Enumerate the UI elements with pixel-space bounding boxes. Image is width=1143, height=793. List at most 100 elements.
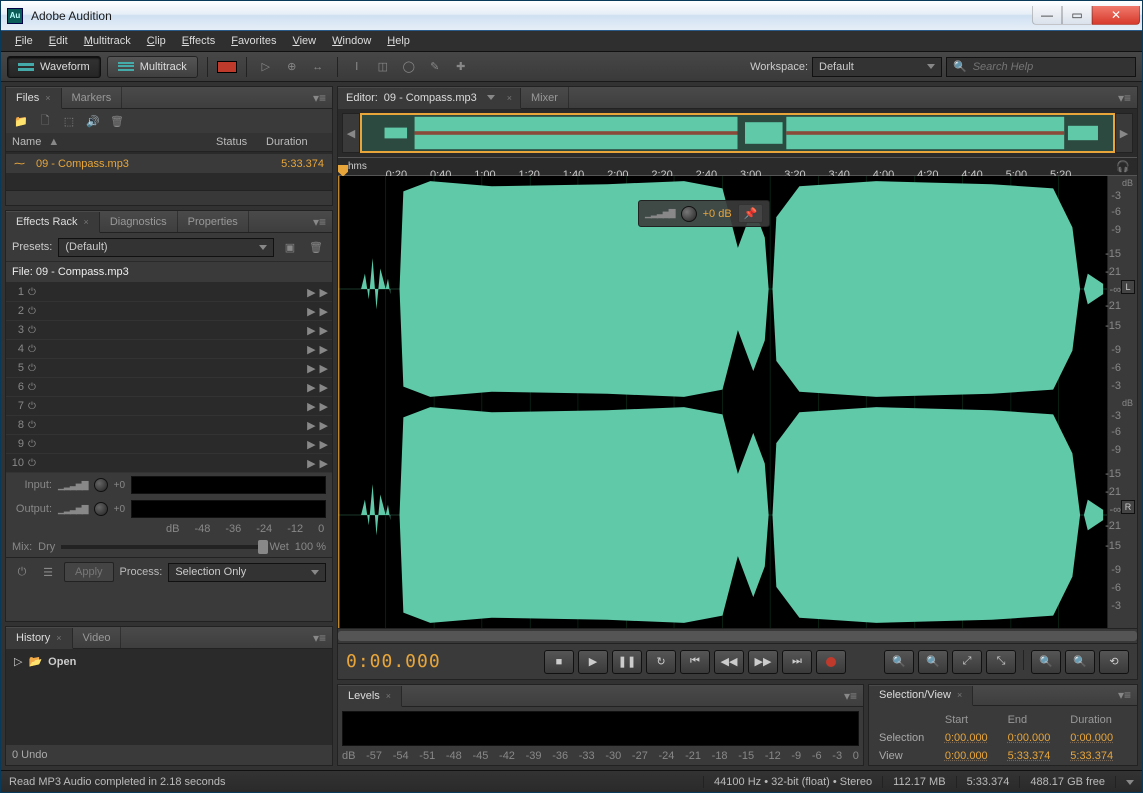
input-gain-knob[interactable] bbox=[94, 478, 108, 492]
tab-markers[interactable]: Markers bbox=[62, 87, 123, 108]
left-arrow-icon[interactable]: ↔ bbox=[308, 57, 328, 77]
zoom-out-icon[interactable]: 🔍 bbox=[918, 650, 948, 674]
horizontal-zoom-scrollbar[interactable] bbox=[338, 628, 1137, 643]
time-selection-tool[interactable]: Ⅰ bbox=[347, 57, 367, 77]
brush-tool[interactable]: ✎ bbox=[425, 57, 445, 77]
headphones-icon[interactable]: 🎧 bbox=[1109, 160, 1137, 173]
effect-slot[interactable]: 10⏻▶▶ bbox=[6, 454, 332, 473]
tab-files[interactable]: Files× bbox=[6, 88, 62, 109]
maximize-button[interactable]: ▭ bbox=[1062, 6, 1092, 25]
panel-menu-icon[interactable]: ▾≡ bbox=[1112, 688, 1137, 702]
timecode-display[interactable]: 0:00.000 bbox=[346, 651, 496, 672]
tab-diagnostics[interactable]: Diagnostics bbox=[100, 211, 178, 232]
close-file-icon[interactable]: 🗑 bbox=[108, 113, 126, 129]
waveform-mode-button[interactable]: Waveform bbox=[7, 56, 101, 78]
panel-menu-icon[interactable]: ▾≡ bbox=[838, 689, 863, 703]
menu-effects[interactable]: Effects bbox=[174, 32, 223, 50]
play-button[interactable]: ▶ bbox=[578, 650, 608, 674]
heal-tool[interactable]: ✚ bbox=[451, 57, 471, 77]
process-dropdown[interactable]: Selection Only bbox=[168, 563, 326, 582]
close-icon[interactable]: × bbox=[84, 217, 89, 227]
menu-file[interactable]: File bbox=[7, 32, 41, 50]
selection-end[interactable]: 0:00.000 bbox=[1008, 732, 1051, 744]
tab-editor[interactable]: Editor: 09 - Compass.mp3 × bbox=[338, 88, 521, 109]
output-gain-knob[interactable] bbox=[94, 502, 108, 516]
insert-icon[interactable]: 🔊 bbox=[84, 113, 102, 129]
search-help-field[interactable]: 🔍 bbox=[946, 57, 1136, 77]
tab-selection-view[interactable]: Selection/View× bbox=[869, 686, 973, 706]
pin-icon[interactable]: 📌 bbox=[738, 204, 764, 223]
mix-slider[interactable] bbox=[61, 545, 263, 549]
playhead-marker[interactable] bbox=[338, 165, 348, 177]
view-end[interactable]: 5:33.374 bbox=[1008, 750, 1051, 762]
column-status[interactable]: Status bbox=[216, 136, 266, 148]
effect-slot[interactable]: 4⏻▶▶ bbox=[6, 340, 332, 359]
view-start[interactable]: 0:00.000 bbox=[945, 750, 988, 762]
menu-clip[interactable]: Clip bbox=[139, 32, 174, 50]
panel-menu-icon[interactable]: ▾≡ bbox=[1112, 91, 1137, 105]
overview-waveform[interactable] bbox=[360, 113, 1115, 153]
zoom-reset-icon[interactable]: ⟲ bbox=[1099, 650, 1129, 674]
overview-prev[interactable]: ◀ bbox=[342, 113, 360, 153]
effect-slot[interactable]: 8⏻▶▶ bbox=[6, 416, 332, 435]
zoom-full-icon[interactable]: ⤢ bbox=[952, 650, 982, 674]
column-name[interactable]: Name ▲ bbox=[12, 136, 216, 148]
workspace-dropdown[interactable]: Default bbox=[812, 57, 942, 77]
stop-button[interactable]: ■ bbox=[544, 650, 574, 674]
loop-button[interactable]: ↻ bbox=[646, 650, 676, 674]
tab-levels[interactable]: Levels× bbox=[338, 686, 402, 707]
presets-dropdown[interactable]: (Default) bbox=[58, 238, 274, 257]
effect-slot[interactable]: 9⏻▶▶ bbox=[6, 435, 332, 454]
skip-prev-button[interactable]: ⏮ bbox=[680, 650, 710, 674]
view-duration[interactable]: 5:33.374 bbox=[1070, 750, 1113, 762]
tab-properties[interactable]: Properties bbox=[178, 211, 249, 232]
skip-next-button[interactable]: ⏭ bbox=[782, 650, 812, 674]
file-row[interactable]: ⁓ 09 - Compass.mp3 5:33.374 bbox=[6, 154, 332, 173]
move-tool[interactable]: ▷ bbox=[256, 57, 276, 77]
tab-mixer[interactable]: Mixer bbox=[521, 87, 569, 108]
tab-video[interactable]: Video bbox=[73, 627, 122, 648]
rack-list-icon[interactable]: ☰ bbox=[38, 562, 58, 582]
panel-menu-icon[interactable]: ▾≡ bbox=[307, 91, 332, 105]
effect-slot[interactable]: 3⏻▶▶ bbox=[6, 321, 332, 340]
selection-duration[interactable]: 0:00.000 bbox=[1070, 732, 1113, 744]
channel-right-button[interactable]: R bbox=[1121, 500, 1135, 514]
multitrack-mode-button[interactable]: Multitrack bbox=[107, 56, 198, 78]
menu-multitrack[interactable]: Multitrack bbox=[76, 32, 139, 50]
tab-history[interactable]: History× bbox=[6, 628, 73, 649]
pause-button[interactable]: ❚❚ bbox=[612, 650, 642, 674]
save-preset-icon[interactable]: ▣ bbox=[280, 237, 300, 257]
minimize-button[interactable]: — bbox=[1032, 6, 1062, 25]
gain-knob[interactable] bbox=[681, 206, 697, 222]
dropdown-icon[interactable] bbox=[1115, 776, 1134, 788]
close-icon[interactable]: × bbox=[507, 93, 512, 103]
effect-slot[interactable]: 1⏻▶▶ bbox=[6, 283, 332, 302]
search-input[interactable] bbox=[973, 61, 1129, 73]
forward-button[interactable]: ▶▶ bbox=[748, 650, 778, 674]
record-button[interactable] bbox=[816, 650, 846, 674]
zoom-out-point-icon[interactable]: 🔍 bbox=[1065, 650, 1095, 674]
waveform-display[interactable]: ▁▂▃▅▇ +0 dB 📌 bbox=[338, 176, 1107, 628]
zoom-in-icon[interactable]: 🔍 bbox=[884, 650, 914, 674]
new-file-icon[interactable]: 🗋 bbox=[36, 113, 54, 129]
zoom-selection-icon[interactable]: ⤡ bbox=[986, 650, 1016, 674]
gain-hud[interactable]: ▁▂▃▅▇ +0 dB 📌 bbox=[638, 200, 770, 227]
effect-slot[interactable]: 5⏻▶▶ bbox=[6, 359, 332, 378]
open-file-icon[interactable]: 📁 bbox=[12, 113, 30, 129]
import-icon[interactable]: ⬚ bbox=[60, 113, 78, 129]
delete-preset-icon[interactable]: 🗑 bbox=[306, 237, 326, 257]
panel-menu-icon[interactable]: ▾≡ bbox=[307, 631, 332, 645]
spectral-display-toggle[interactable] bbox=[217, 57, 237, 77]
tab-effects-rack[interactable]: Effects Rack× bbox=[6, 212, 100, 233]
history-item[interactable]: ▷ 📂 Open bbox=[12, 653, 326, 670]
effect-slot[interactable]: 2⏻▶▶ bbox=[6, 302, 332, 321]
column-duration[interactable]: Duration bbox=[266, 136, 326, 148]
panel-menu-icon[interactable]: ▾≡ bbox=[307, 215, 332, 229]
channel-left-button[interactable]: L bbox=[1121, 280, 1135, 294]
overview-next[interactable]: ▶ bbox=[1115, 113, 1133, 153]
zoom-in-point-icon[interactable]: 🔍 bbox=[1031, 650, 1061, 674]
close-icon[interactable]: × bbox=[45, 93, 50, 103]
menu-view[interactable]: View bbox=[284, 32, 324, 50]
effect-slot[interactable]: 6⏻▶▶ bbox=[6, 378, 332, 397]
marquee-tool[interactable]: ◫ bbox=[373, 57, 393, 77]
